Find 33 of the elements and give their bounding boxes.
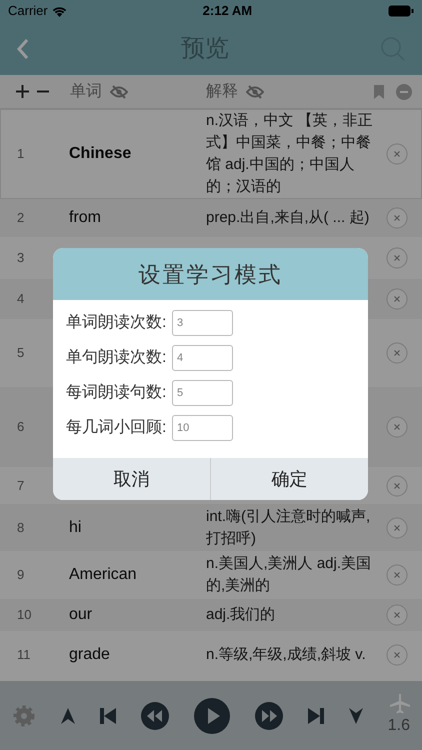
field-label: 每词朗读句数: xyxy=(66,382,168,403)
row-number: 4 xyxy=(16,290,26,308)
definition-text: n.汉语，中文 【英，非正式】中国菜，中餐；中餐馆 adj.中国的；中国人的；汉语的 xyxy=(206,112,373,195)
row-number: 3 xyxy=(16,249,26,268)
definition-text: n.美国人,美洲人 adj.美国的,美洲的 xyxy=(206,555,372,594)
field-label: 每几词小回顾: xyxy=(66,418,168,438)
row-number: 8 xyxy=(16,518,26,537)
word-text: Chinese xyxy=(69,145,132,162)
clock: 2:12 AM xyxy=(202,2,252,20)
field-label: 单句朗读次数: xyxy=(66,348,168,368)
speed-label: 1.6 xyxy=(388,716,410,736)
row-number: 11 xyxy=(16,646,32,664)
row-number: 9 xyxy=(16,566,26,584)
definition-text: adj.我们的 xyxy=(206,606,276,623)
definition-text: n.等级,年级,成绩,斜坡 v. xyxy=(206,646,366,663)
word-text: from xyxy=(69,209,101,226)
dialog-title: 设置学习模式 xyxy=(138,260,282,288)
definition-text: prep.出自,来自,从( ... 起) xyxy=(206,209,370,226)
row-number: 6 xyxy=(16,418,26,436)
word-text: American xyxy=(69,566,137,583)
row-number: 10 xyxy=(16,606,32,624)
carrier-label: Carrier xyxy=(8,2,48,20)
column-header: 解释 xyxy=(206,82,238,102)
field-label: 单词朗读次数: xyxy=(66,312,168,333)
word-text: grade xyxy=(69,646,110,663)
word-text: hi xyxy=(69,518,82,536)
word-text: our xyxy=(69,606,92,623)
row-number: 2 xyxy=(16,209,26,228)
column-header: 单词 xyxy=(70,82,102,102)
row-number: 7 xyxy=(16,476,26,495)
row-number: 5 xyxy=(16,344,26,362)
row-number: 1 xyxy=(16,145,26,164)
definition-text: int.嗨(引人注意时的喊声,打招呼) xyxy=(206,508,370,546)
